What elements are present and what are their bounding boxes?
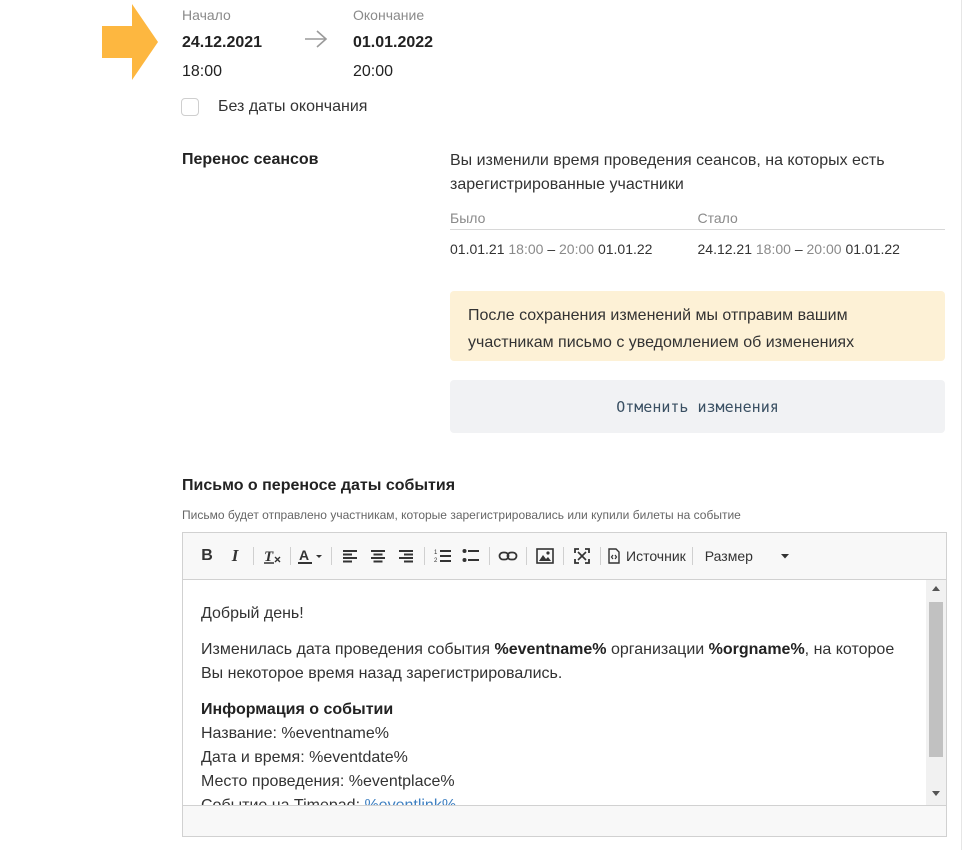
before-date-start: 01.01.21	[450, 241, 505, 257]
pointer-arrow-icon	[102, 4, 158, 80]
no-end-date-checkbox[interactable]	[181, 98, 199, 116]
after-date-start: 24.12.21	[697, 241, 753, 257]
numbered-list-icon: 1 2	[434, 550, 451, 564]
text-color-icon: A	[298, 547, 322, 564]
italic-button[interactable]: I	[221, 542, 249, 570]
source-label: Источник	[626, 548, 686, 564]
font-size-label: Размер	[704, 548, 753, 564]
toolbar-separator	[331, 547, 332, 565]
source-button[interactable]: Источник	[605, 542, 688, 570]
chevron-down-icon	[780, 553, 789, 558]
session-before: 01.01.21 18:00 – 20:00 01.01.22	[450, 241, 698, 257]
svg-text:2: 2	[434, 558, 438, 564]
toolbar-separator	[424, 547, 425, 565]
event-link[interactable]: %eventlink%	[364, 797, 456, 805]
column-before: Было	[450, 210, 486, 226]
align-center-icon	[371, 550, 385, 563]
align-right-button[interactable]	[392, 542, 420, 570]
reschedule-description: Вы изменили время проведения сеансов, на…	[450, 152, 885, 193]
text-color-button[interactable]: A	[295, 542, 327, 570]
event-place-line: Место проведения: %eventplace%	[201, 773, 455, 790]
sessions-table: Было Стало 01.01.21 18:00 – 20:00 01.01.…	[450, 210, 945, 257]
orgname-placeholder: %orgname%	[708, 641, 805, 658]
event-date-line: Дата и время: %eventdate%	[201, 749, 408, 766]
numbered-list-button[interactable]: 1 2	[429, 542, 457, 570]
cancel-changes-button[interactable]: Отменить изменения	[450, 380, 945, 433]
toolbar-separator	[253, 547, 254, 565]
session-after: 24.12.21 18:00 – 20:00 01.01.22	[698, 241, 946, 257]
before-time-end: 20:00	[559, 241, 595, 257]
letter-hint: Письмо будет отправлено участникам, кото…	[182, 508, 741, 522]
editor-content[interactable]: Добрый день! Изменилась дата проведения …	[183, 580, 926, 805]
event-link-line: Событие на Timepad: %eventlink%	[201, 794, 908, 805]
align-left-button[interactable]	[336, 542, 364, 570]
column-after: Стало	[697, 210, 738, 226]
scrollbar-thumb[interactable]	[929, 602, 943, 757]
remove-format-icon: T	[264, 549, 281, 565]
end-date[interactable]: 01.01.2022	[353, 33, 433, 53]
start-time[interactable]: 18:00	[182, 62, 262, 82]
start-datetime[interactable]: Начало 24.12.2021 18:00	[182, 6, 262, 82]
event-info-block: Информация о событии Название: %eventnam…	[201, 698, 908, 805]
align-center-button[interactable]	[364, 542, 392, 570]
toolbar-separator	[600, 547, 601, 565]
after-date-end: 01.01.22	[845, 241, 900, 257]
bold-button[interactable]: B	[193, 542, 221, 570]
insert-link-button[interactable]	[494, 542, 522, 570]
align-left-icon	[343, 550, 357, 563]
source-icon	[608, 548, 620, 564]
end-label: Окончание	[353, 7, 425, 23]
no-end-date-label[interactable]: Без даты окончания	[218, 98, 367, 116]
page-edge-divider	[961, 0, 962, 850]
svg-text:1: 1	[434, 550, 438, 556]
event-info-title: Информация о событии	[201, 701, 394, 718]
no-end-date-option[interactable]: Без даты окончания	[181, 98, 367, 116]
intro-paragraph: Изменилась дата проведения события %even…	[201, 638, 908, 686]
arrow-right-icon	[305, 30, 328, 48]
editor-statusbar	[183, 805, 946, 836]
notice-banner: После сохранения изменений мы отправим в…	[450, 291, 945, 361]
reschedule-title: Перенос сеансов	[182, 151, 319, 168]
bulleted-list-button[interactable]	[457, 542, 485, 570]
font-size-select[interactable]: Размер	[697, 542, 797, 570]
intro-text-1: Изменилась дата проведения события	[201, 641, 495, 658]
rich-text-editor[interactable]: B I T A 1 2 Источник Размер Добрый день!…	[182, 532, 947, 837]
intro-text-2: организации	[606, 641, 709, 658]
event-name-line: Название: %eventname%	[201, 725, 390, 742]
table-row: 01.01.21 18:00 – 20:00 01.01.22 24.12.21…	[450, 241, 945, 257]
after-time-start: 18:00	[755, 241, 791, 257]
svg-text:A: A	[299, 547, 309, 563]
before-time-start: 18:00	[508, 241, 544, 257]
link-icon	[498, 551, 518, 561]
end-datetime[interactable]: Окончание 01.01.2022 20:00	[353, 6, 433, 82]
toolbar-separator	[563, 547, 564, 565]
before-dash: –	[547, 241, 556, 257]
insert-image-button[interactable]	[531, 542, 559, 570]
editor-toolbar: B I T A 1 2 Источник Размер	[183, 533, 946, 580]
toolbar-separator	[691, 547, 693, 565]
before-date-end: 01.01.22	[597, 241, 653, 257]
scroll-down-arrow-icon[interactable]	[932, 791, 940, 796]
toolbar-separator	[290, 547, 291, 565]
greeting-text: Добрый день!	[201, 605, 304, 622]
after-dash: –	[794, 241, 803, 257]
remove-format-button[interactable]: T	[258, 542, 286, 570]
bulleted-list-icon	[462, 549, 479, 562]
scroll-up-arrow-icon[interactable]	[932, 586, 940, 591]
event-link-prefix: Событие на Timepad:	[201, 797, 364, 805]
start-date[interactable]: 24.12.2021	[182, 33, 262, 53]
after-time-end: 20:00	[806, 241, 842, 257]
maximize-icon	[574, 548, 590, 564]
sessions-header: Было Стало	[450, 210, 945, 230]
eventname-placeholder: %eventname%	[494, 641, 607, 658]
editor-scrollbar[interactable]	[926, 580, 946, 805]
start-label: Начало	[182, 7, 231, 23]
maximize-button[interactable]	[568, 542, 596, 570]
align-right-icon	[399, 550, 413, 563]
toolbar-separator	[489, 547, 490, 565]
letter-title: Письмо о переносе даты события	[182, 477, 456, 494]
end-time[interactable]: 20:00	[353, 62, 433, 82]
image-icon	[536, 548, 554, 564]
toolbar-separator	[526, 547, 527, 565]
